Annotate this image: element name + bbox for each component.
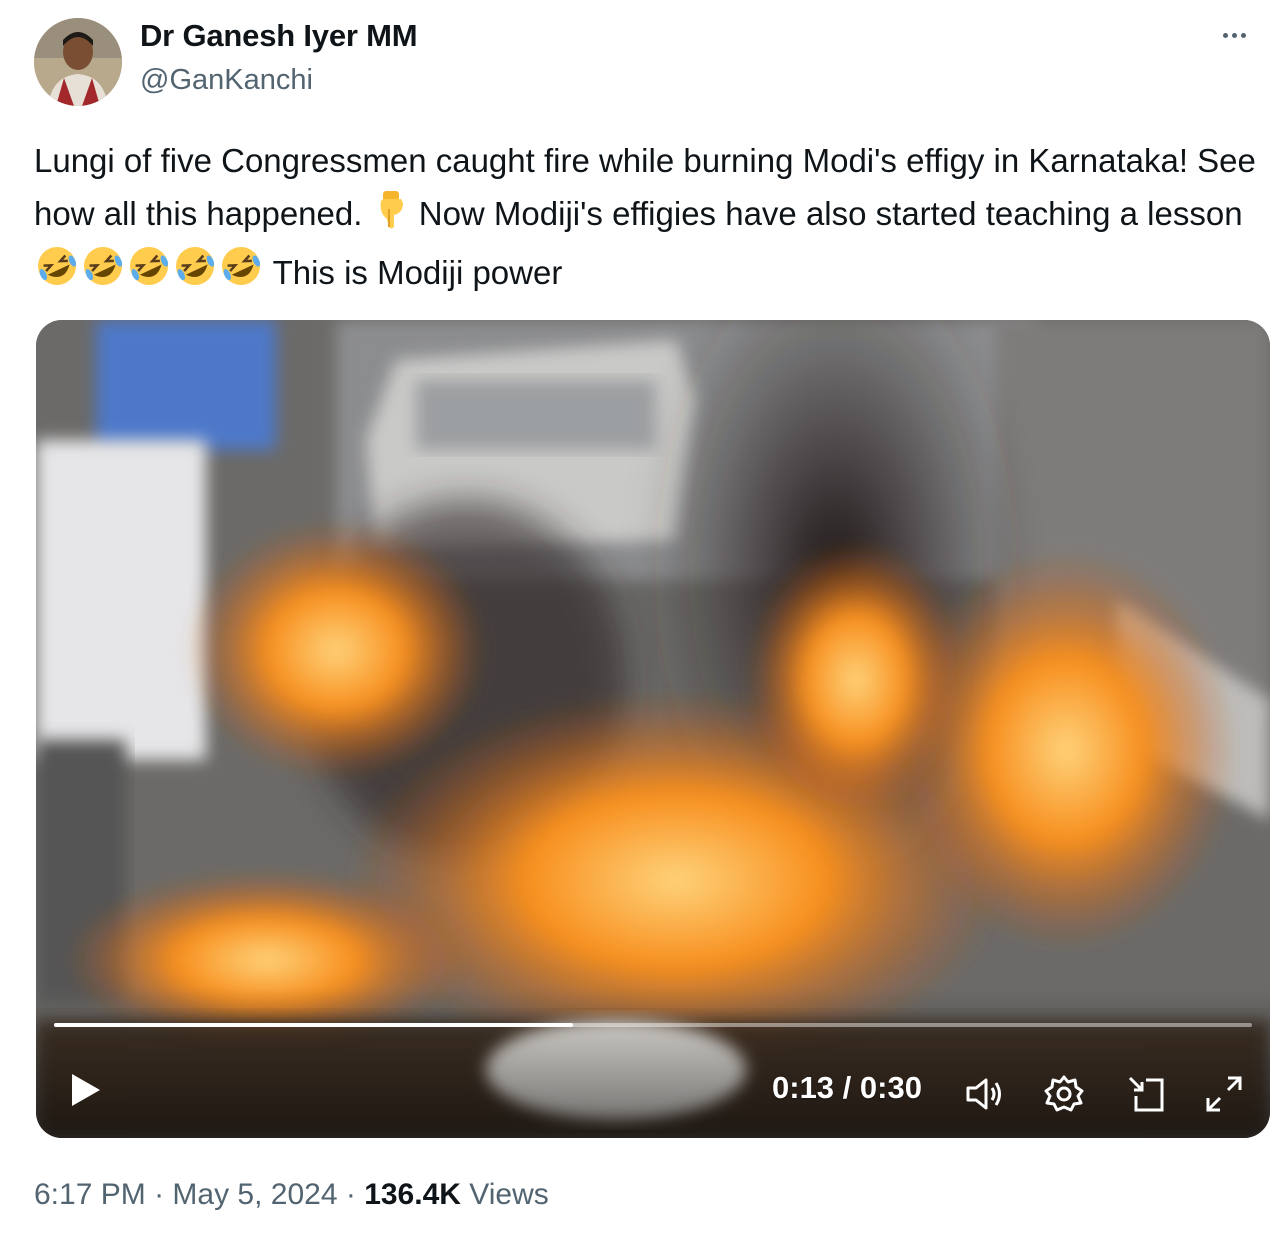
meta-separator: · xyxy=(337,1178,365,1211)
tweet-text-part3: This is Modiji power xyxy=(264,254,563,291)
laughing-emoji-icon xyxy=(173,244,217,303)
pointing-down-emoji-icon xyxy=(373,189,409,244)
laughing-emoji-icon xyxy=(127,244,171,303)
play-icon[interactable] xyxy=(62,1068,106,1112)
views-label: Views xyxy=(469,1178,549,1211)
video-progress-fill xyxy=(54,1023,574,1027)
video-time: 0:13 / 0:30 xyxy=(772,1070,922,1105)
video-player[interactable]: 0:13 / 0:30 xyxy=(36,320,1270,1138)
author-handle[interactable]: @GanKanchi xyxy=(140,64,313,97)
volume-icon[interactable] xyxy=(962,1072,1006,1116)
tweet-text: Lungi of five Congressmen caught fire wh… xyxy=(34,134,1270,303)
dock-icon[interactable] xyxy=(1124,1072,1168,1116)
laughing-emoji-icon xyxy=(81,244,125,303)
meta-separator: · xyxy=(145,1178,173,1211)
video-progress-bar[interactable] xyxy=(54,1023,1252,1027)
tweet-meta: 6:17 PM · May 5, 2024 · 136.4K Views xyxy=(34,1178,549,1212)
tweet-date[interactable]: May 5, 2024 xyxy=(172,1178,337,1211)
more-options-icon[interactable] xyxy=(1214,20,1254,50)
avatar-image xyxy=(34,18,122,106)
avatar[interactable] xyxy=(34,18,122,106)
views-count: 136.4K xyxy=(364,1178,461,1211)
laughing-emoji-icon xyxy=(35,244,79,303)
tweet-time[interactable]: 6:17 PM xyxy=(34,1178,146,1211)
author-name[interactable]: Dr Ganesh Iyer MM xyxy=(140,18,418,54)
fullscreen-icon[interactable] xyxy=(1202,1072,1246,1116)
settings-icon[interactable] xyxy=(1042,1072,1086,1116)
tweet-text-part2: Now Modiji's effigies have also started … xyxy=(409,195,1243,232)
laughing-emoji-icon xyxy=(219,244,263,303)
